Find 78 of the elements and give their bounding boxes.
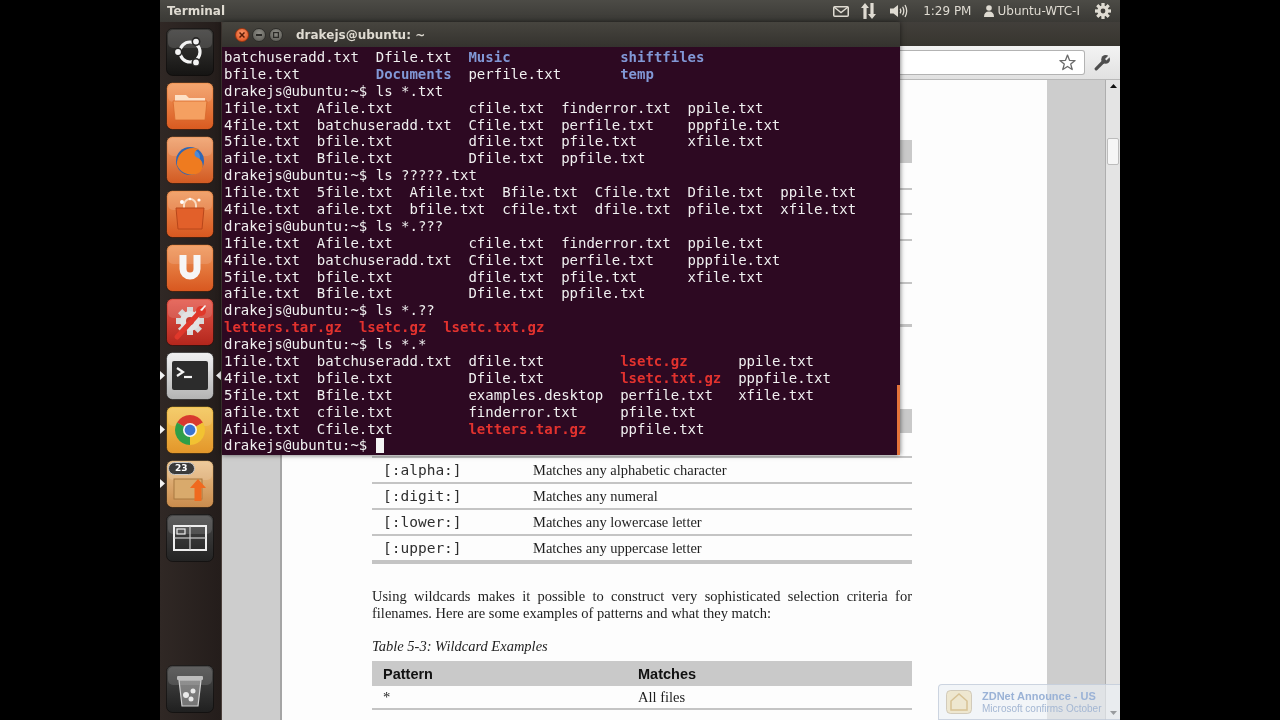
wrench-icon[interactable] — [1094, 54, 1111, 71]
notification-body: Microsoft confirms October — [982, 703, 1102, 715]
ring-dots-logo-icon[interactable] — [166, 28, 214, 76]
column-header: Matches — [638, 665, 697, 682]
output-line: 4file.txt batchuseradd.txt Cfile.txt perfile.txt pppfile.txt — [224, 116, 781, 133]
vertical-scrollbar[interactable] — [1105, 80, 1120, 720]
output-line: batchuseradd.txt Dfile.txt Music shiftfiles — [224, 49, 705, 65]
globe-icon[interactable] — [166, 136, 214, 184]
folder-icon[interactable] — [166, 82, 214, 130]
scroll-up-arrow-icon[interactable] — [1109, 84, 1117, 88]
output-line: Afile.txt Cfile.txt letters.tar.gz ppfile.txt — [224, 420, 705, 437]
output-line: afile.txt Bfile.txt Dfile.txt ppfile.txt — [224, 285, 646, 302]
shell-prompt: drakejs@ubuntu:~$ — [224, 302, 368, 319]
pattern-text: [:digit:] — [383, 488, 462, 504]
mail-icon[interactable] — [833, 5, 850, 17]
app-title: Terminal — [167, 4, 226, 18]
minimize-button[interactable] — [252, 27, 266, 42]
speaker-icon[interactable] — [890, 4, 909, 18]
close-icon — [239, 31, 245, 38]
house-icon — [946, 690, 972, 714]
window-title: drakejs@ubuntu: ~ — [296, 27, 426, 42]
trash-icon[interactable] — [166, 665, 214, 713]
star-icon[interactable] — [1059, 54, 1076, 71]
output-line: 1file.txt Afile.txt cfile.txt finderror.txt ppile.txt — [224, 99, 764, 116]
output-line: letters.tar.gz lsetc.gz lsetc.txt.gz — [224, 319, 545, 336]
shell-command: ls *.txt — [375, 82, 444, 99]
output-line: 1file.txt batchuseradd.txt dfile.txt lsetc.gz ppile.txt — [224, 353, 815, 370]
gear-wrench-icon[interactable] — [166, 298, 214, 346]
count-badge: 23 — [168, 462, 195, 475]
shopping-bag-icon[interactable] — [166, 190, 214, 238]
shell-command: ls ?????.txt — [375, 167, 477, 184]
shell-prompt: drakejs@ubuntu:~$ — [224, 82, 368, 99]
table-caption: Table 5-3: Wildcard Examples — [372, 638, 549, 655]
output-line: afile.txt Bfile.txt Dfile.txt ppfile.txt — [224, 150, 646, 167]
minimize-icon — [256, 33, 262, 36]
description-text: Matches any alphabetic character — [533, 461, 727, 479]
pattern-text: [:upper:] — [383, 540, 462, 556]
shell-command: ls *.* — [375, 336, 427, 353]
address-field[interactable] — [900, 50, 1085, 75]
close-button[interactable] — [235, 27, 249, 42]
u-shape-icon[interactable] — [166, 244, 214, 292]
shell-prompt: drakejs@ubuntu:~$ — [224, 437, 368, 454]
maximize-icon — [273, 31, 279, 38]
column-header: Pattern — [383, 665, 433, 682]
shell-command: ls *.?? — [375, 302, 435, 319]
output-line: 4file.txt bfile.txt Dfile.txt lsetc.txt.gz pppfile.txt — [224, 369, 831, 386]
output-line: 4file.txt afile.txt bfile.txt cfile.txt dfile.txt pfile.txt xfile.txt — [224, 201, 857, 217]
pattern-text: [:lower:] — [383, 514, 462, 530]
output-line: 4file.txt batchuseradd.txt Cfile.txt perfile.txt pppfile.txt — [224, 251, 781, 268]
person-icon — [984, 5, 995, 17]
pattern-text: * — [383, 688, 391, 706]
output-line: 5file.txt Bfile.txt examples.desktop perfile.txt xfile.txt — [224, 386, 814, 403]
description-text: All files — [638, 688, 686, 706]
user-name[interactable]: Ubuntu-WTC-I — [997, 4, 1080, 18]
terminal-icon[interactable] — [166, 352, 214, 400]
description-text: Matches any uppercase letter — [533, 539, 702, 557]
output-line: 1file.txt 5file.txt Afile.txt Bfile.txt Cfile.txt Dfile.txt ppile.txt — [224, 184, 857, 201]
workspace-grid-icon[interactable] — [166, 514, 214, 562]
notification-title: ZDNet Announce - US — [982, 690, 1097, 703]
shell-command: ls *.??? — [375, 217, 444, 234]
gear-icon[interactable] — [1095, 3, 1111, 19]
up-down-arrows-icon[interactable] — [861, 3, 877, 19]
shell-prompt: drakejs@ubuntu:~$ — [224, 336, 368, 353]
output-line: 5file.txt bfile.txt dfile.txt pfile.txt xfile.txt — [224, 268, 764, 285]
scrollbar-thumb[interactable] — [897, 385, 900, 455]
output-line: 5file.txt bfile.txt dfile.txt pfile.txt xfile.txt — [224, 133, 764, 150]
clock[interactable]: 1:29 PM — [923, 4, 972, 18]
body-paragraph: Using wildcards makes it possible to construct very sophisticated selection criteria for filenames. Here are some examples of patterns and what they match: — [372, 588, 912, 622]
scrollbar-thumb[interactable] — [1107, 138, 1119, 165]
output-line: afile.txt cfile.txt finderror.txt pfile.txt — [224, 403, 696, 420]
output-line: 1file.txt Afile.txt cfile.txt finderror.txt ppile.txt — [224, 234, 764, 251]
maximize-button[interactable] — [269, 27, 283, 42]
description-text: Matches any numeral — [533, 487, 658, 505]
output-line: bfile.txt Documents perfile.txt temp — [224, 65, 654, 82]
description-text: Matches any lowercase letter — [533, 513, 702, 531]
pattern-text: [:alpha:] — [383, 462, 462, 478]
shell-prompt: drakejs@ubuntu:~$ — [224, 167, 368, 184]
shell-prompt: drakejs@ubuntu:~$ — [224, 217, 368, 234]
